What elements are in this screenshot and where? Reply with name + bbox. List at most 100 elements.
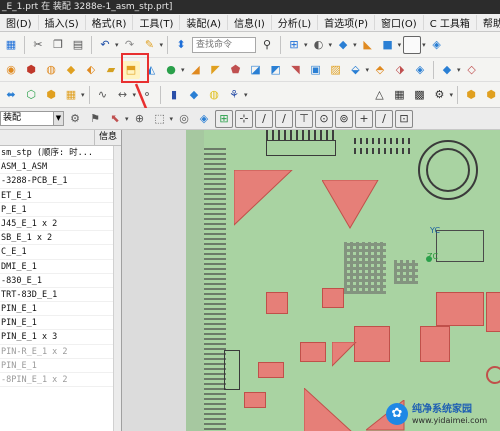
measure-dropdown-icon[interactable]: ▾ bbox=[133, 91, 137, 99]
assembly-group-icon[interactable]: ⬢ bbox=[482, 86, 500, 104]
undo-dropdown-icon[interactable]: ▾ bbox=[115, 41, 119, 49]
filter-options-icon[interactable]: ⚑ bbox=[86, 110, 104, 128]
snap-quadrant-icon[interactable]: ⊚ bbox=[335, 109, 354, 128]
selection-filter-select[interactable]: 装配 ▼ bbox=[0, 111, 64, 126]
revolve-icon[interactable]: ⬢ bbox=[22, 61, 40, 79]
navigator-row[interactable]: PIN_E_1 bbox=[0, 316, 121, 331]
unite-dropdown-icon[interactable]: ▾ bbox=[366, 66, 370, 74]
intersect-icon[interactable]: ⬗ bbox=[391, 61, 409, 79]
navigator-row[interactable]: -830_E_1 bbox=[0, 274, 121, 288]
snap-mid-icon[interactable]: ∕ bbox=[255, 109, 274, 128]
pointer-dropdown-icon[interactable]: ▾ bbox=[125, 115, 129, 123]
rotate-dropdown-icon[interactable]: ▾ bbox=[329, 41, 333, 49]
snap-tangent-icon[interactable]: ⊤ bbox=[295, 109, 314, 128]
draft-icon[interactable]: ◥ bbox=[287, 61, 305, 79]
cube-dropdown-icon[interactable]: ▾ bbox=[353, 41, 357, 49]
navigator-row[interactable]: PIN_E_1 bbox=[0, 359, 121, 373]
settings-dropdown-icon[interactable]: ▾ bbox=[449, 91, 453, 99]
snap-line-icon[interactable]: ∕ bbox=[275, 109, 294, 128]
mate-icon[interactable]: ● bbox=[162, 61, 180, 79]
clearance-icon[interactable]: ⚬ bbox=[138, 86, 156, 104]
filter-body-icon[interactable]: ◈ bbox=[195, 110, 213, 128]
offset-face-icon[interactable]: ▣ bbox=[307, 61, 325, 79]
search-icon[interactable]: ⚲ bbox=[258, 36, 276, 54]
snap-intersect-icon[interactable]: + bbox=[355, 109, 374, 128]
navigator-row[interactable]: TRT-83D_E_1 bbox=[0, 288, 121, 303]
navigator-row[interactable]: PIN_E_1 bbox=[0, 302, 121, 317]
rotate-view-icon[interactable]: ◐ bbox=[310, 36, 328, 54]
assembly-navigator-icon[interactable]: ◍ bbox=[205, 86, 223, 104]
sweep-icon[interactable]: ◍ bbox=[42, 61, 60, 79]
menu-tools[interactable]: 工具(T) bbox=[133, 15, 181, 30]
edge-blend-icon[interactable]: ◢ bbox=[187, 61, 205, 79]
new-component-icon[interactable]: ⬒ bbox=[122, 60, 140, 79]
synchronous-icon[interactable]: ◆ bbox=[438, 61, 456, 79]
background-dropdown-icon[interactable]: ▾ bbox=[422, 41, 426, 49]
extrude-icon[interactable]: ◉ bbox=[2, 61, 20, 79]
snap-center-icon[interactable]: ⊙ bbox=[315, 109, 334, 128]
snap-perp-icon[interactable]: ∕ bbox=[375, 109, 394, 128]
select-all-icon[interactable]: ⊕ bbox=[131, 110, 149, 128]
navigator-row[interactable]: -8PIN_E_1 x 2 bbox=[0, 373, 121, 388]
settings-icon[interactable]: ⚙ bbox=[430, 86, 448, 104]
repeat-dropdown-icon[interactable]: ▾ bbox=[160, 41, 164, 49]
navigator-row[interactable]: ET_E_1 bbox=[0, 189, 121, 203]
new-icon[interactable]: ▦ bbox=[2, 36, 20, 54]
navigator-row[interactable]: ASM_1_ASM bbox=[0, 160, 121, 175]
wave-link-icon[interactable]: ∿ bbox=[94, 86, 112, 104]
mate-dropdown-icon[interactable]: ▾ bbox=[181, 66, 185, 74]
menu-window[interactable]: 窗口(O) bbox=[375, 15, 424, 30]
subtract-icon[interactable]: ⬘ bbox=[371, 61, 389, 79]
trim-body-icon[interactable]: ◪ bbox=[247, 61, 265, 79]
hole-icon[interactable]: ⬖ bbox=[82, 61, 100, 79]
chamfer-icon[interactable]: ◤ bbox=[207, 61, 225, 79]
command-search-input[interactable] bbox=[192, 36, 257, 53]
select-rect-dropdown-icon[interactable]: ▾ bbox=[170, 115, 174, 123]
render-dropdown-icon[interactable]: ▾ bbox=[398, 41, 402, 49]
menu-assembly[interactable]: 装配(A) bbox=[180, 15, 229, 30]
cube-view-icon[interactable]: ◆ bbox=[334, 36, 352, 54]
boss-icon[interactable]: ▰ bbox=[102, 61, 120, 79]
quick-pick-icon[interactable]: ◎ bbox=[175, 110, 193, 128]
graphics-viewport[interactable]: YC ZC ✿ 纯净系统家园 www.yidaimei.com bbox=[186, 130, 500, 431]
select-rect-icon[interactable]: ⬚ bbox=[151, 110, 169, 128]
block-icon[interactable]: ◆ bbox=[62, 61, 80, 79]
menu-format[interactable]: 格式(R) bbox=[86, 15, 134, 30]
explode-icon[interactable]: ⬢ bbox=[42, 86, 60, 104]
menu-view[interactable]: 图(D) bbox=[0, 15, 39, 30]
constraint-icon[interactable]: ⬡ bbox=[22, 86, 40, 104]
fit-view-dropdown-icon[interactable]: ▾ bbox=[304, 41, 308, 49]
snap-grid-icon[interactable]: ▩ bbox=[410, 86, 428, 104]
pointer-icon[interactable]: ⬉ bbox=[106, 110, 124, 128]
command-finder-icon[interactable]: ⬍ bbox=[172, 36, 190, 54]
snap-face-icon[interactable]: ⊡ bbox=[395, 109, 414, 128]
snap-point-icon[interactable]: ⊞ bbox=[215, 109, 234, 128]
repeat-command-icon[interactable]: ✎ bbox=[141, 36, 159, 54]
navigator-row[interactable]: PIN_E_1 x 3 bbox=[0, 330, 121, 345]
navigator-row[interactable]: SB_E_1 x 2 bbox=[0, 231, 121, 246]
cut-icon[interactable]: ✂ bbox=[29, 36, 47, 54]
undo-icon[interactable]: ↶ bbox=[96, 36, 114, 54]
navigator-row[interactable]: C_E_1 bbox=[0, 245, 121, 260]
menu-help[interactable]: 帮助(H) bbox=[477, 15, 500, 30]
snap-end-icon[interactable]: ⊹ bbox=[235, 109, 254, 128]
copy-icon[interactable]: ❐ bbox=[49, 36, 67, 54]
shading-icon[interactable]: ◣ bbox=[359, 36, 377, 54]
reference-set-icon[interactable]: ◆ bbox=[185, 86, 203, 104]
background-color-icon[interactable] bbox=[403, 35, 422, 54]
navigator-info-column[interactable]: 信息 bbox=[95, 130, 121, 145]
menu-insert[interactable]: 插入(S) bbox=[39, 15, 86, 30]
unite-icon[interactable]: ⬙ bbox=[347, 61, 365, 79]
navigator-row[interactable]: P_E_1 bbox=[0, 203, 121, 217]
navigator-row[interactable]: -3288-PCB_E_1 bbox=[0, 174, 121, 189]
satellite-icon[interactable]: ⚘ bbox=[225, 86, 243, 104]
navigator-row[interactable]: PIN-R_E_1 x 2 bbox=[0, 345, 121, 359]
satellite-dropdown-icon[interactable]: ▾ bbox=[244, 91, 248, 99]
sequence-dropdown-icon[interactable]: ▾ bbox=[81, 91, 85, 99]
fit-view-icon[interactable]: ⊞ bbox=[285, 36, 303, 54]
mirror-icon[interactable]: ◈ bbox=[411, 61, 429, 79]
navigator-name-column[interactable] bbox=[0, 130, 95, 145]
menu-preferences[interactable]: 首选项(P) bbox=[318, 15, 375, 30]
move-component-icon[interactable]: ⬌ bbox=[2, 86, 20, 104]
navigator-row[interactable]: J45_E_1 x 2 bbox=[0, 217, 121, 232]
